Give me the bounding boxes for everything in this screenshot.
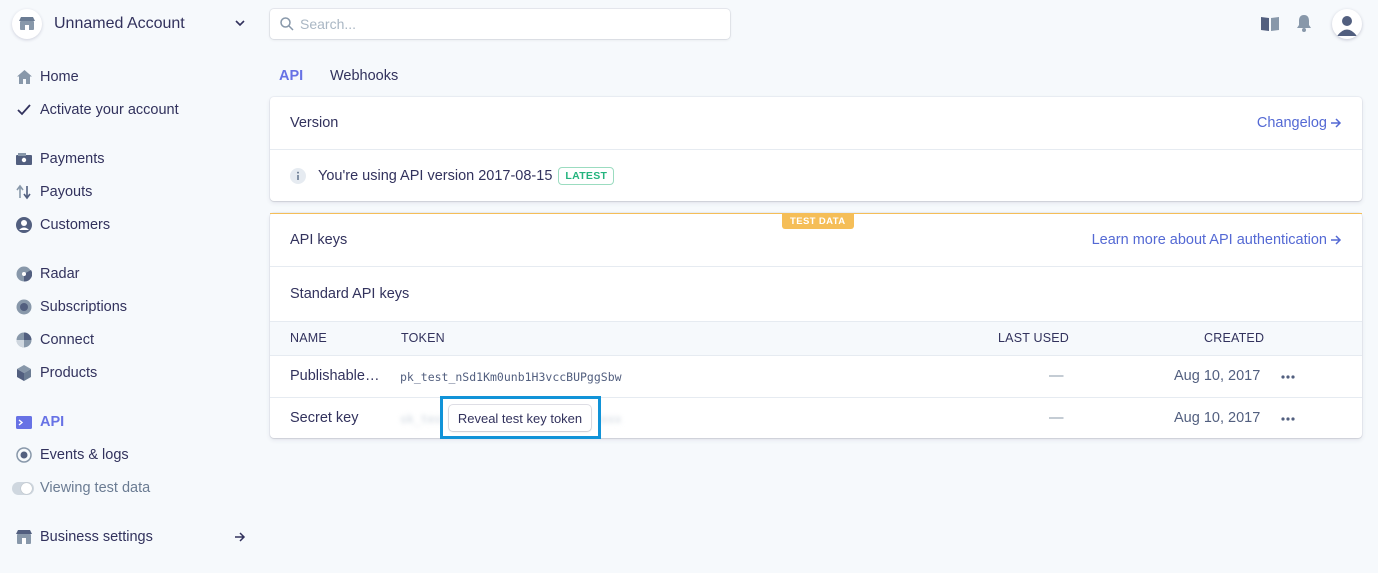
last-used-value: — (1049, 368, 1064, 384)
sidebar-item-activate[interactable]: Activate your account (16, 99, 179, 121)
notifications-bell-icon[interactable] (1294, 13, 1314, 33)
column-header-created: CREATED (1204, 331, 1265, 345)
chevron-down-icon[interactable] (234, 17, 246, 29)
sidebar-item-products[interactable]: Products (16, 362, 97, 384)
sidebar-item-api[interactable]: API (16, 411, 64, 433)
sidebar-item-home[interactable]: Home (16, 66, 79, 88)
arrow-right-icon (1331, 118, 1342, 128)
user-icon (1337, 16, 1357, 36)
created-value: Aug 10, 2017 (1174, 410, 1261, 426)
account-name: Unnamed Account (54, 15, 185, 32)
search-input[interactable] (300, 16, 700, 32)
info-icon (290, 168, 306, 184)
version-card-header: Version Changelog (270, 97, 1362, 150)
search-icon (280, 17, 294, 31)
sidebar-item-test-data-toggle[interactable]: Viewing test data (12, 477, 151, 499)
sidebar-item-label: Subscriptions (40, 299, 128, 315)
tab-webhooks[interactable]: Webhooks (330, 68, 398, 84)
more-options-icon[interactable] (1280, 416, 1296, 422)
learn-more-label: Learn more about API authentication (1091, 232, 1327, 248)
store-icon (12, 9, 42, 39)
sidebar-item-business-settings[interactable]: Business settings (16, 526, 153, 548)
column-header-token: TOKEN (401, 331, 445, 345)
account-switcher[interactable]: Unnamed Account (12, 9, 252, 39)
created-value: Aug 10, 2017 (1174, 368, 1261, 384)
sidebar-item-payments[interactable]: Payments (16, 148, 104, 170)
api-keys-card: API keys Learn more about API authentica… (270, 213, 1362, 438)
search-bar[interactable] (270, 9, 730, 39)
column-header-name: NAME (290, 331, 327, 345)
column-header-last-used: LAST USED (998, 331, 1070, 345)
payments-icon (16, 151, 32, 167)
sidebar-item-events[interactable]: Events & logs (16, 444, 129, 466)
user-avatar[interactable] (1332, 9, 1362, 39)
sidebar-item-radar[interactable]: Radar (16, 263, 80, 285)
sidebar-item-subscriptions[interactable]: Subscriptions (16, 296, 127, 318)
sidebar-item-label: Payouts (40, 184, 93, 200)
last-used-value: — (1049, 410, 1064, 426)
key-name: Secret key (290, 410, 359, 426)
sidebar-item-label: Home (40, 69, 79, 85)
sidebar-item-label: Activate your account (40, 102, 179, 118)
sidebar-item-label: Connect (40, 332, 95, 348)
changelog-label: Changelog (1256, 115, 1327, 131)
sidebar-item-label: Business settings (40, 529, 153, 545)
sidebar-item-payouts[interactable]: Payouts (16, 181, 92, 203)
events-icon (16, 447, 32, 463)
version-message: You're using API version 2017-08-15 (318, 168, 553, 184)
payouts-icon (16, 184, 32, 200)
home-icon (16, 69, 32, 85)
sidebar-item-connect[interactable]: Connect (16, 329, 94, 351)
learn-more-link[interactable]: Learn more about API authentication (1092, 232, 1342, 248)
sidebar-item-label: Events & logs (40, 447, 129, 463)
publishable-key-token[interactable]: pk_test_nSd1Km0unb1H3vccBUPggSbw (400, 370, 622, 384)
standard-keys-title: Standard API keys (290, 286, 410, 302)
radar-icon (16, 266, 32, 282)
test-data-toggle[interactable] (12, 481, 34, 495)
products-icon (16, 365, 32, 381)
sidebar-item-label: Viewing test data (40, 480, 151, 496)
more-options-icon[interactable] (1280, 374, 1296, 380)
subscriptions-icon (16, 299, 32, 315)
docs-book-icon[interactable] (1260, 13, 1280, 33)
sidebar-item-label: Radar (40, 266, 80, 282)
checkmark-icon (16, 102, 32, 118)
terminal-icon (16, 414, 32, 430)
standard-keys-section: Standard API keys (270, 267, 1362, 321)
sidebar-item-customers[interactable]: Customers (16, 214, 110, 236)
tab-api[interactable]: API (279, 68, 303, 84)
sidebar-item-label: Payments (40, 151, 105, 167)
sidebar-item-label: Customers (40, 217, 111, 233)
arrow-right-icon (1331, 235, 1342, 245)
version-title: Version (290, 115, 339, 131)
latest-badge: LATEST (558, 167, 615, 185)
store-icon (16, 529, 32, 545)
sidebar-item-label: Products (40, 365, 98, 381)
customers-icon (16, 217, 32, 233)
api-keys-title: API keys (290, 232, 348, 248)
version-card: Version Changelog You're using API versi… (270, 97, 1362, 201)
test-data-badge: TEST DATA (782, 214, 854, 229)
sidebar-item-label: API (40, 414, 65, 430)
connect-icon (16, 332, 32, 348)
version-info: You're using API version 2017-08-15 LATE… (290, 167, 615, 185)
key-name: Publishable… (290, 368, 380, 384)
changelog-link[interactable]: Changelog (1257, 115, 1342, 131)
arrow-right-icon[interactable] (234, 531, 246, 543)
reveal-test-key-button[interactable]: Reveal test key token (449, 405, 591, 431)
